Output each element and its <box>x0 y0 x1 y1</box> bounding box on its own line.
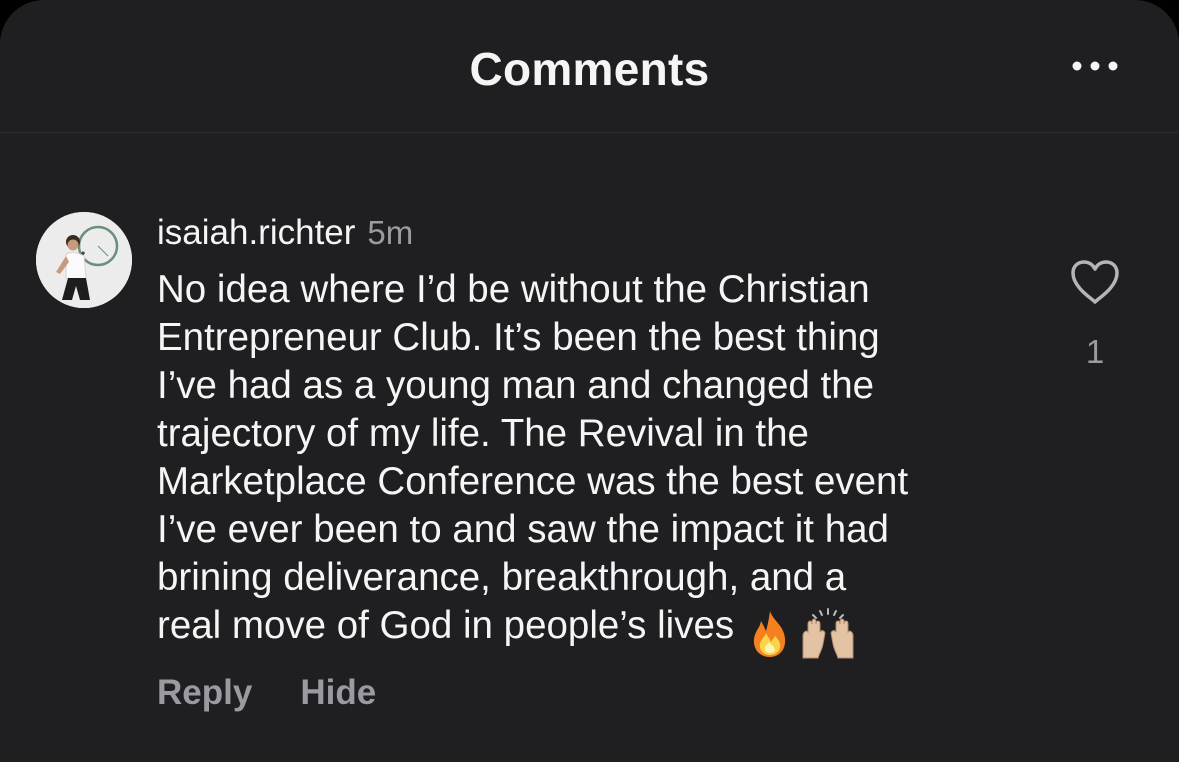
hide-button[interactable]: Hide <box>300 673 376 712</box>
header: Comments <box>0 0 1179 133</box>
comment-item: isaiah.richter 5m No idea where I’d be wi… <box>0 133 1179 762</box>
avatar[interactable] <box>36 212 132 308</box>
raising-hands-emoji-icon <box>802 607 854 659</box>
comment-text-line: real move of God in people’s lives <box>157 604 735 647</box>
like-button[interactable] <box>1069 258 1121 306</box>
username[interactable]: isaiah.richter <box>157 213 355 252</box>
page-title: Comments <box>469 43 710 95</box>
like-count: 1 <box>1085 333 1105 370</box>
comment-text-line: I’ve ever been to and saw the impact it … <box>157 508 889 551</box>
fire-emoji-icon <box>754 610 786 657</box>
reply-button[interactable]: Reply <box>157 673 252 712</box>
comment-text-line: No idea where I’d be without the Christi… <box>157 268 870 311</box>
comment-text-line: Marketplace Conference was the best even… <box>157 460 909 503</box>
comment-text: No idea where I’d be without the Christi… <box>157 266 1037 660</box>
emoji-group <box>748 607 858 660</box>
comment-text-line: I’ve had as a young man and changed the <box>157 364 875 407</box>
comment-meta: isaiah.richter 5m <box>157 213 413 260</box>
comment-text-line: brining deliverance, breakthrough, and a <box>157 556 847 599</box>
timestamp: 5m <box>367 214 414 251</box>
comment-text-line-last: real move of God in people’s lives <box>157 602 1037 660</box>
heart-icon <box>1071 260 1119 304</box>
comments-sheet: Comments isaiah.richter 5m No idea where… <box>0 0 1179 762</box>
comment-actions: Reply Hide <box>157 673 376 713</box>
more-options-button[interactable] <box>1060 44 1130 88</box>
comment-text-line: trajectory of my life. The Revival in th… <box>157 412 809 455</box>
more-horizontal-icon <box>1072 61 1118 71</box>
comment-text-line: Entrepreneur Club. It’s been the best th… <box>157 316 880 359</box>
